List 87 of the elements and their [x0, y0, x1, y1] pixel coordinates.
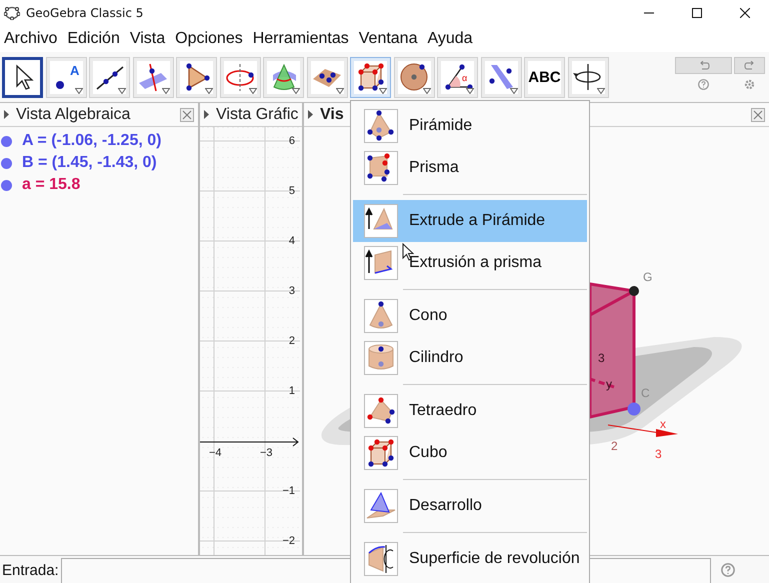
panel-title: Vista Gráfic — [216, 106, 298, 124]
collapse-triangle-icon[interactable] — [308, 110, 313, 119]
redo-icon — [744, 60, 756, 70]
axis-tick-label: −4 — [209, 447, 222, 459]
tool-button[interactable] — [2, 56, 43, 98]
tool-menu-item[interactable]: Pirámide — [353, 105, 587, 147]
dropdown-triangle-icon — [510, 88, 518, 94]
net-icon — [364, 489, 398, 523]
tool-menu-item[interactable]: Extrude a Pirámide — [353, 200, 587, 242]
tool-menu-item[interactable]: Tetraedro — [353, 390, 587, 432]
circle-tool-icon — [224, 61, 256, 93]
axis-label: 2 — [611, 439, 618, 453]
window-title: GeoGebra Classic 5 — [26, 6, 144, 20]
tool-menu-item[interactable]: Cono — [353, 295, 587, 337]
panel-title: Vista Algebraica — [16, 106, 130, 124]
visibility-dot[interactable] — [1, 180, 12, 190]
cube-icon — [364, 436, 398, 470]
point-icon — [627, 402, 641, 416]
dropdown-triangle-icon — [422, 88, 430, 94]
axis-tick-label: 4 — [288, 235, 295, 247]
menu-item[interactable]: Archivo — [0, 30, 64, 48]
axis-tick-label: 1 — [288, 385, 295, 397]
dropdown-triangle-icon — [292, 88, 300, 94]
algebra-item: B = (1.45, -1.43, 0) — [22, 154, 157, 172]
collapse-triangle-icon[interactable] — [4, 110, 9, 119]
dropdown-triangle-icon — [162, 88, 170, 94]
tool-menu-item[interactable]: Cubo — [353, 432, 587, 474]
axis-tick-label: −3 — [260, 447, 273, 459]
tool-menu-item[interactable]: Cilindro — [353, 337, 587, 379]
close-panel-button[interactable] — [751, 108, 765, 122]
visibility-dot[interactable] — [1, 158, 12, 168]
menu-item[interactable]: Edición — [63, 30, 126, 48]
menu-item[interactable]: Ventana — [354, 30, 424, 48]
maximize-icon — [692, 8, 702, 18]
dropdown-triangle-icon — [336, 88, 344, 94]
dropdown-triangle-icon — [74, 88, 82, 94]
axis-label: 3 — [598, 351, 605, 365]
dropdown-triangle-icon — [118, 88, 126, 94]
tool-menu-item[interactable]: Extrusión a prisma — [353, 242, 587, 284]
axis-label: x — [660, 417, 666, 431]
extrude-pyramid-icon — [364, 204, 398, 238]
menu-item[interactable]: Herramientas — [248, 30, 355, 48]
dropdown-triangle-icon — [248, 88, 256, 94]
input-label: Entrada: — [2, 562, 59, 578]
axis-tick-label: 5 — [288, 185, 295, 197]
help-icon[interactable] — [698, 79, 709, 90]
tool-button[interactable]: ABC — [524, 56, 565, 98]
dropdown-triangle-icon — [205, 88, 213, 94]
tetrahedron-icon — [364, 394, 398, 428]
axis-tick-label: 6 — [288, 135, 295, 147]
menu-item[interactable]: Ayuda — [423, 30, 479, 48]
axis-tick-label: −1 — [282, 485, 295, 497]
panel-title: Vis — [320, 106, 344, 124]
pyramid-icon — [364, 109, 398, 143]
visibility-dot[interactable] — [1, 136, 12, 146]
undo-icon — [698, 60, 710, 70]
perpendicular-tool-icon — [137, 61, 169, 93]
app-logo-icon — [4, 6, 20, 20]
close-icon — [740, 8, 750, 18]
close-panel-button[interactable] — [180, 108, 194, 122]
menu-item[interactable]: Opciones — [171, 30, 249, 48]
axis-label: G — [643, 270, 652, 284]
dropdown-triangle-icon — [596, 88, 604, 94]
settings-icon[interactable] — [744, 79, 755, 90]
sphere-tool-icon — [398, 61, 430, 93]
tool-menu-item[interactable]: Prisma — [353, 147, 587, 189]
tool-menu-item[interactable]: Desarrollo — [353, 485, 587, 527]
tool-button[interactable] — [350, 56, 391, 98]
collapse-triangle-icon[interactable] — [204, 110, 209, 119]
revolution-icon — [364, 542, 398, 576]
prism-icon — [364, 151, 398, 185]
extrude-prism-icon — [364, 246, 398, 280]
cone-icon — [364, 299, 398, 333]
tool-menu-item[interactable]: Superficie de revolución — [353, 538, 587, 580]
menu-item[interactable]: Vista — [126, 30, 172, 48]
axis-tick-label: 2 — [288, 335, 295, 347]
axis-tick-label: −2 — [282, 535, 295, 547]
x-axis-arrow — [608, 423, 680, 439]
cylinder-icon — [364, 341, 398, 375]
help-icon[interactable] — [720, 563, 735, 577]
dropdown-triangle-icon — [379, 88, 387, 94]
algebra-item: A = (-1.06, -1.25, 0) — [22, 132, 162, 150]
axis-label: 3 — [655, 447, 662, 461]
algebra-item: a = 15.8 — [22, 176, 80, 194]
redo-button[interactable] — [734, 57, 765, 74]
axis-tick-label: 3 — [288, 285, 295, 297]
dropdown-triangle-icon — [466, 88, 474, 94]
